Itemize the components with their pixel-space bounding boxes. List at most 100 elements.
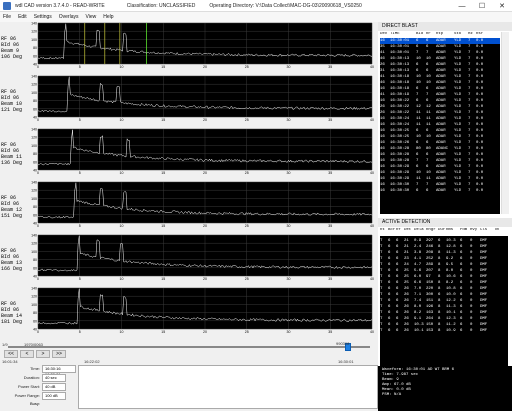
beam-panel[interactable]: RF 06 BId 06 Beam 12 151 Deg 140 120 100 80 6… bbox=[0, 181, 378, 232]
beam-waveform-plot[interactable]: 1401201008060400 5 10 15 20 25 30 35 40 bbox=[28, 128, 376, 181]
column-header[interactable]: Rms bbox=[446, 228, 460, 234]
power-range-select[interactable]: 100 dB bbox=[42, 392, 66, 400]
x-tick-label: 25 bbox=[245, 277, 249, 281]
beam-label: RF 06 BId 06 Beam 13 166 Deg bbox=[1, 248, 23, 272]
beam-waveform-plot[interactable]: 1401201008060400 5 10 15 20 25 30 35 40 bbox=[28, 234, 376, 287]
beam-label: RF 06 BId 06 Beam 11 136 Deg bbox=[1, 142, 23, 166]
column-header[interactable]: Pdm bbox=[460, 228, 470, 234]
menu-overlays[interactable]: Overlays bbox=[59, 14, 79, 20]
column-header[interactable]: Rt bbox=[380, 228, 388, 234]
waveform-info-box: Waveform: 16:30:01 AD WT BRM 6 Time: 7.9… bbox=[378, 366, 512, 411]
y-tick-label: 60 bbox=[33, 160, 37, 164]
y-tick-label: 120 bbox=[31, 136, 37, 140]
table-cell: YLD bbox=[454, 189, 462, 193]
beam-panel[interactable]: RF 06 BId 06 Beam 9 106 Deg 140 120 100 80 60… bbox=[0, 22, 378, 73]
x-tick-label: 40 bbox=[370, 224, 374, 228]
x-tick-label: 5 bbox=[79, 171, 81, 175]
active-detection-rows: T 6 6 21 0.9 297 6 10.3 6 0 DMF T 6 6 21 2.4 246 8 12.8 6 0 D… bbox=[380, 238, 508, 334]
power-start-select[interactable]: 40 dB bbox=[42, 383, 66, 391]
info-psm: PSM: N/A bbox=[382, 393, 402, 397]
table-cell: 6 bbox=[460, 329, 463, 333]
notes-textbox[interactable] bbox=[78, 365, 378, 409]
table-cell: 6 bbox=[396, 329, 399, 333]
table-row[interactable]: T 6 6 26 10.1 153 8 10.9 6 0 DMF bbox=[380, 328, 508, 334]
y-tick-label: 140 bbox=[31, 75, 37, 79]
beam-panel[interactable]: RF 06 BId 06 Beam 10 121 Deg 140 120 100 80 6… bbox=[0, 75, 378, 126]
direct-blast-rows: 16 16:30:01 6 6 ADAR YLD 7 0.0 35 16:30:01 6 6 ADAR Y… bbox=[380, 38, 500, 194]
minimize-button[interactable]: — bbox=[452, 0, 472, 12]
x-tick-label: 40 bbox=[370, 65, 374, 69]
x-tick-label: 0 bbox=[37, 224, 39, 228]
column-header[interactable]: Det bbox=[404, 228, 414, 234]
column-header[interactable]: Dela bbox=[414, 228, 426, 234]
beam-panel[interactable]: RF 06 BId 06 Beam 13 166 Deg 140 120 100 80 6… bbox=[0, 234, 378, 285]
x-tick-label: 5 bbox=[79, 118, 81, 122]
column-header[interactable]: Tm bbox=[494, 228, 506, 234]
x-tick-label: 40 bbox=[370, 330, 374, 334]
x-tick-label: 5 bbox=[79, 65, 81, 69]
active-detection-column-headers: Rt Bcr Rf Det Dela Rngr Dur Rms Pdm Hvy Cls Tm bbox=[380, 228, 508, 234]
x-tick-label: 35 bbox=[328, 65, 332, 69]
y-tick-label: 140 bbox=[31, 22, 37, 26]
menu-view[interactable]: View bbox=[86, 14, 97, 20]
direct-blast-table[interactable]: 16 16:30:01 6 6 ADAR YLD 7 0.0 35 16:30:01 6 6 ADAR Y… bbox=[380, 38, 500, 214]
table-cell: 0.0 bbox=[476, 189, 484, 193]
y-tick-label: 100 bbox=[31, 144, 37, 148]
y-tick-label: 60 bbox=[33, 107, 37, 111]
column-header[interactable]: Rngr bbox=[426, 228, 438, 234]
nav-next-button[interactable]: > bbox=[36, 350, 50, 358]
column-header[interactable]: Cls bbox=[480, 228, 494, 234]
direct-blast-header: DIRECT BLAST bbox=[378, 22, 512, 31]
table-cell: 6 bbox=[416, 189, 419, 193]
y-tick-label: 100 bbox=[31, 91, 37, 95]
maximize-button[interactable]: ☐ bbox=[472, 0, 492, 12]
x-tick-label: 20 bbox=[203, 118, 207, 122]
x-tick-label: 0 bbox=[37, 171, 39, 175]
y-tick-label: 100 bbox=[31, 38, 37, 42]
x-tick-label: 15 bbox=[161, 224, 165, 228]
column-header[interactable]: Dur bbox=[438, 228, 446, 234]
x-tick-label: 40 bbox=[370, 118, 374, 122]
column-header[interactable]: Rf bbox=[396, 228, 404, 234]
y-tick-label: 60 bbox=[33, 213, 37, 217]
y-tick-label: 100 bbox=[31, 250, 37, 254]
beam-panel[interactable]: RF 06 BId 06 Beam 14 181 Deg 140 120 100 80 6… bbox=[0, 287, 378, 338]
close-button[interactable]: ✕ bbox=[492, 0, 512, 12]
column-header[interactable]: Hvy bbox=[470, 228, 480, 234]
direct-blast-scrollbar[interactable] bbox=[501, 32, 509, 214]
menu-edit[interactable]: Edit bbox=[18, 14, 27, 20]
x-tick-label: 0 bbox=[37, 118, 39, 122]
table-cell: 0 bbox=[470, 329, 473, 333]
x-tick-label: 30 bbox=[287, 224, 291, 228]
beam-waveform-plot[interactable]: 1401201008060400 5 10 15 20 25 30 35 40 bbox=[28, 181, 376, 234]
x-tick-label: 35 bbox=[328, 277, 332, 281]
duration-select[interactable]: 40 sec bbox=[42, 374, 66, 382]
beam-waveform-plot[interactable]: 1401201008060400 5 10 15 20 25 30 35 40 bbox=[28, 287, 376, 340]
beam-waveform-plot[interactable]: 1401201008060400 5 10 15 20 25 30 35 40 bbox=[28, 22, 376, 75]
nav-prev-button[interactable]: < bbox=[20, 350, 34, 358]
active-detection-table[interactable]: T 6 6 21 0.9 297 6 10.3 6 0 DMF T 6 6 21 2.4 246 8 12.8 6 0 D… bbox=[380, 236, 508, 370]
time-field[interactable]: 16:30:16 16:30:01 bbox=[42, 365, 76, 377]
x-tick-label: 30 bbox=[287, 330, 291, 334]
y-tick-label: 120 bbox=[31, 189, 37, 193]
nav-first-button[interactable]: << bbox=[4, 350, 18, 358]
beam-panel[interactable]: RF 06 BId 06 Beam 11 136 Deg 140 120 100 80 6… bbox=[0, 128, 378, 179]
x-tick-label: 30 bbox=[287, 65, 291, 69]
right-panel: DIRECT BLAST Dev TIME BId RF Rtp Sto Hz Rsr 16 1… bbox=[378, 22, 512, 411]
table-cell: 26 bbox=[404, 329, 409, 333]
x-tick-label: 0 bbox=[37, 65, 39, 69]
beam-waveform-plot[interactable]: 1401201008060400 5 10 15 20 25 30 35 40 bbox=[28, 75, 376, 128]
table-cell: 10.9 bbox=[446, 329, 456, 333]
column-header[interactable]: Bcr bbox=[388, 228, 396, 234]
busy-label: Busy: bbox=[30, 401, 41, 406]
y-tick-label: 140 bbox=[31, 128, 37, 132]
nav-last-button[interactable]: >> bbox=[52, 350, 66, 358]
table-row[interactable]: 16 16:30:30 6 6 ADAR YLD 7 0.0 bbox=[380, 188, 500, 194]
y-tick-label: 80 bbox=[33, 205, 37, 209]
menu-file[interactable]: File bbox=[3, 14, 11, 20]
y-tick-label: 140 bbox=[31, 287, 37, 291]
menu-settings[interactable]: Settings bbox=[34, 14, 52, 20]
x-tick-label: 20 bbox=[203, 65, 207, 69]
timeline-track[interactable] bbox=[8, 346, 370, 348]
menu-help[interactable]: Help bbox=[103, 14, 113, 20]
